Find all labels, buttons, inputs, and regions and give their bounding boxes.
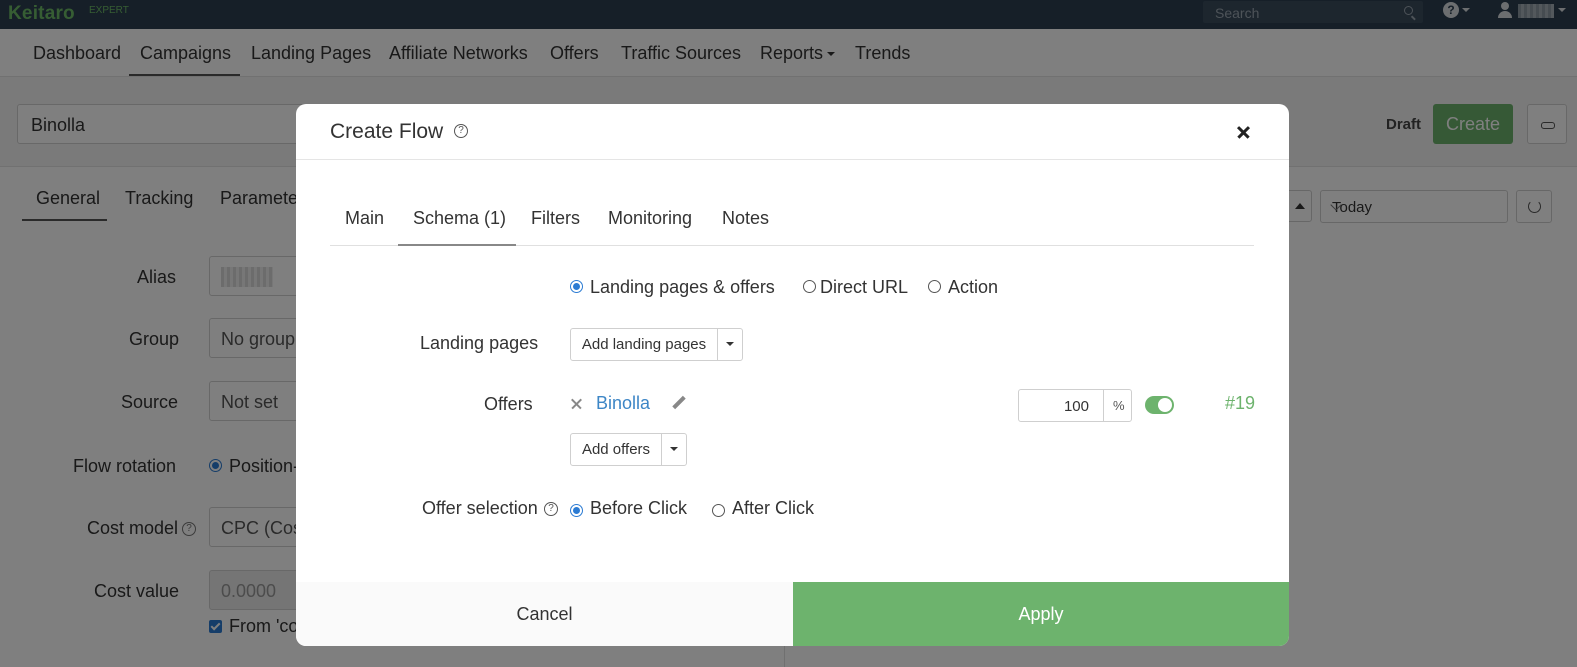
split-divider (661, 434, 662, 465)
tab-notes[interactable]: Notes (722, 208, 769, 229)
schema-radio-landing-offers[interactable] (570, 280, 583, 293)
help-icon[interactable]: ? (544, 502, 558, 516)
offer-enabled-toggle[interactable] (1145, 396, 1174, 414)
tab-active-indicator (398, 244, 516, 246)
close-icon[interactable] (1233, 121, 1255, 143)
create-flow-modal: Create Flow ? Main Schema (1) Filters Mo… (296, 104, 1289, 646)
apply-button[interactable]: Apply (793, 582, 1289, 646)
schema-option-direct-url[interactable]: Direct URL (820, 277, 908, 298)
weight-unit: % (1113, 398, 1125, 413)
add-landing-pages-button[interactable]: Add landing pages (571, 329, 717, 360)
modal-title: Create Flow (330, 120, 444, 143)
add-offers-dropdown: Add offers (570, 433, 687, 466)
offer-selection-radio-before[interactable] (570, 504, 583, 517)
tab-schema[interactable]: Schema (1) (413, 208, 506, 229)
landing-pages-label: Landing pages (420, 333, 539, 353)
schema-option-action[interactable]: Action (948, 277, 998, 298)
cancel-button[interactable]: Cancel (296, 582, 793, 646)
offer-id: #19 (1225, 393, 1256, 413)
offer-selection-label: Offer selection (422, 498, 538, 518)
offer-name-link[interactable]: Binolla (596, 393, 650, 414)
remove-offer-icon[interactable] (570, 397, 584, 411)
tab-filters[interactable]: Filters (531, 208, 580, 229)
schema-option-landing-offers[interactable]: Landing pages & offers (590, 277, 775, 298)
add-offers-button[interactable]: Add offers (571, 434, 661, 465)
offer-selection-before[interactable]: Before Click (590, 498, 687, 519)
offer-selection-radio-after[interactable] (712, 504, 725, 517)
offers-label: Offers (484, 394, 533, 414)
chevron-down-icon[interactable] (726, 342, 734, 346)
modal-tabs: Main Schema (1) Filters Monitoring Notes (330, 204, 1254, 246)
add-landing-pages-dropdown: Add landing pages (570, 328, 743, 361)
offer-weight-value: 100 (1063, 398, 1089, 415)
offer-weight-input[interactable]: 100 % (1018, 389, 1132, 422)
schema-radio-direct-url[interactable] (803, 280, 816, 293)
modal-header: Create Flow ? (296, 104, 1289, 160)
help-icon[interactable]: ? (454, 124, 468, 138)
tab-main[interactable]: Main (345, 208, 384, 229)
tab-monitoring[interactable]: Monitoring (608, 208, 692, 229)
weight-divider (1103, 390, 1104, 421)
schema-radio-action[interactable] (928, 280, 941, 293)
modal-footer: Cancel Apply (296, 582, 1289, 646)
chevron-down-icon[interactable] (670, 447, 678, 451)
offer-selection-after[interactable]: After Click (732, 498, 814, 519)
edit-pencil-icon[interactable] (672, 396, 686, 410)
split-divider (717, 329, 718, 360)
